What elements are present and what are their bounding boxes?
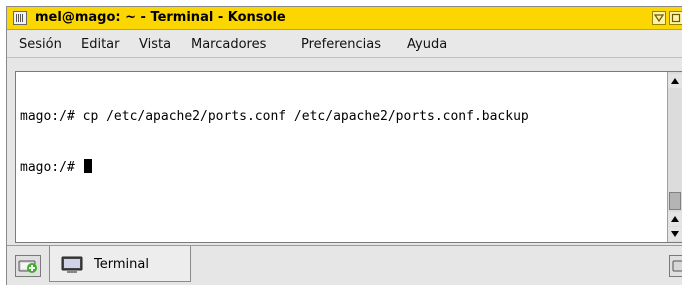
session-tab-bar: Terminal [7, 245, 682, 285]
minimize-icon [654, 14, 664, 23]
window-title: mel@mago: ~ - Terminal - Konsole [35, 10, 286, 25]
new-session-button[interactable] [15, 255, 41, 277]
scroll-up-button[interactable] [668, 74, 682, 88]
konsole-app-icon[interactable] [13, 11, 27, 25]
terminal-output: mago:/# cp /etc/apache2/ports.conf /etc/… [20, 74, 529, 210]
arrow-down-icon [671, 231, 679, 237]
arrow-up-icon [671, 216, 679, 222]
close-session-button[interactable] [669, 255, 682, 277]
maximize-icon [671, 13, 681, 23]
menu-editar[interactable]: Editar [81, 37, 120, 52]
menu-sesion[interactable]: Sesión [19, 37, 62, 52]
menu-preferencias[interactable]: Preferencias [301, 37, 381, 52]
close-session-icon [672, 260, 682, 272]
title-bar[interactable]: mel@mago: ~ - Terminal - Konsole [7, 7, 682, 30]
terminal-area[interactable]: mago:/# cp /etc/apache2/ports.conf /etc/… [15, 71, 682, 243]
terminal-prompt-line: mago:/# [20, 159, 529, 176]
arrow-up-icon [671, 78, 679, 84]
text-cursor [83, 159, 92, 173]
tab-terminal[interactable]: Terminal [49, 246, 191, 282]
scroll-down-button[interactable] [668, 227, 682, 241]
scroll-up-button-bottom[interactable] [668, 212, 682, 226]
menu-vista[interactable]: Vista [139, 37, 171, 52]
menu-marcadores[interactable]: Marcadores [191, 37, 266, 52]
terminal-line: mago:/# cp /etc/apache2/ports.conf /etc/… [20, 109, 529, 124]
minimize-button[interactable] [652, 11, 666, 25]
maximize-button[interactable] [669, 11, 682, 25]
konsole-window: mel@mago: ~ - Terminal - Konsole Sesión … [6, 6, 682, 285]
new-session-icon [18, 260, 37, 273]
vertical-scrollbar[interactable] [667, 72, 682, 242]
menu-ayuda[interactable]: Ayuda [407, 37, 447, 52]
tab-label: Terminal [94, 257, 149, 272]
terminal-icon [61, 256, 83, 273]
scrollbar-handle[interactable] [669, 192, 681, 210]
menu-bar: Sesión Editar Vista Marcadores Preferenc… [7, 31, 682, 58]
terminal-prompt: mago:/# [20, 160, 83, 175]
